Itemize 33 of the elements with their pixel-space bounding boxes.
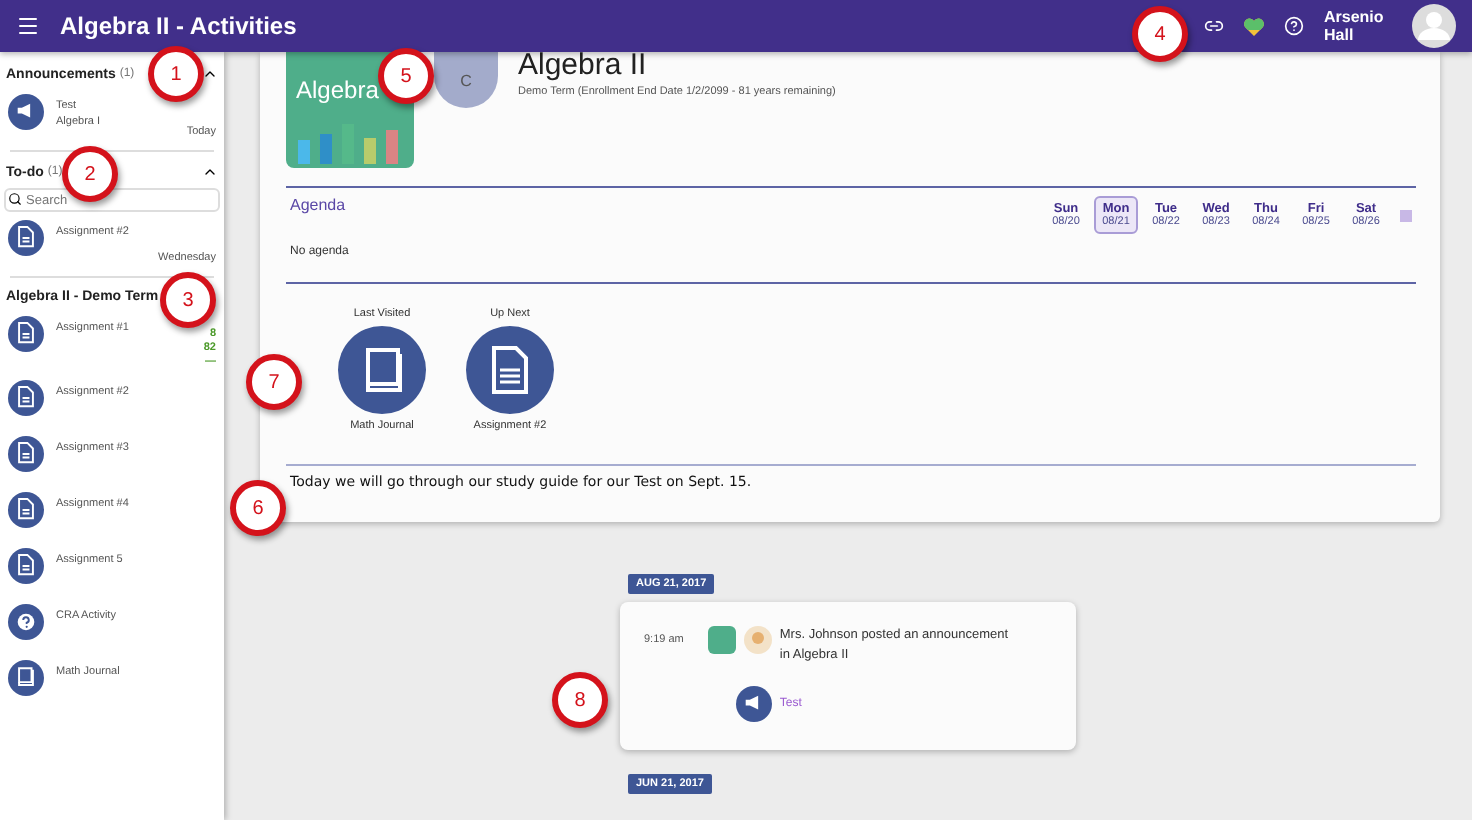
document-icon	[490, 346, 530, 394]
page-title: Algebra II - Activities	[60, 12, 297, 40]
document-icon	[8, 316, 44, 352]
megaphone-icon	[8, 94, 44, 130]
question-icon	[8, 604, 44, 640]
user-name[interactable]: Arsenio Hall	[1324, 8, 1392, 44]
document-icon	[8, 436, 44, 472]
course-title: Algebra II	[518, 52, 649, 80]
search-icon	[8, 192, 22, 206]
callout-marker: 8	[552, 672, 608, 728]
help-icon[interactable]	[1284, 16, 1304, 36]
callout-marker: 7	[246, 354, 302, 410]
document-icon	[8, 220, 44, 256]
collapse-icon[interactable]	[202, 164, 218, 180]
course-avatar: C	[434, 52, 498, 108]
book-icon	[8, 660, 44, 696]
megaphone-icon	[735, 686, 772, 722]
cover-text: Algebra	[296, 76, 379, 104]
quick-link-button[interactable]	[338, 326, 426, 414]
course-thumbnail	[707, 626, 736, 654]
document-icon	[8, 380, 44, 416]
collapse-icon[interactable]	[202, 66, 218, 82]
callout-marker: 6	[230, 480, 286, 536]
menu-icon[interactable]	[16, 14, 40, 38]
document-icon	[8, 548, 44, 584]
teacher-avatar-icon	[743, 626, 772, 654]
book-icon	[360, 346, 404, 394]
document-icon	[8, 492, 44, 528]
agenda-title: Agenda	[290, 196, 346, 218]
avatar-icon[interactable]	[1412, 4, 1456, 48]
heart-icon[interactable]	[1244, 17, 1264, 35]
link-icon[interactable]	[1204, 16, 1224, 36]
quick-link-button[interactable]	[466, 326, 554, 414]
